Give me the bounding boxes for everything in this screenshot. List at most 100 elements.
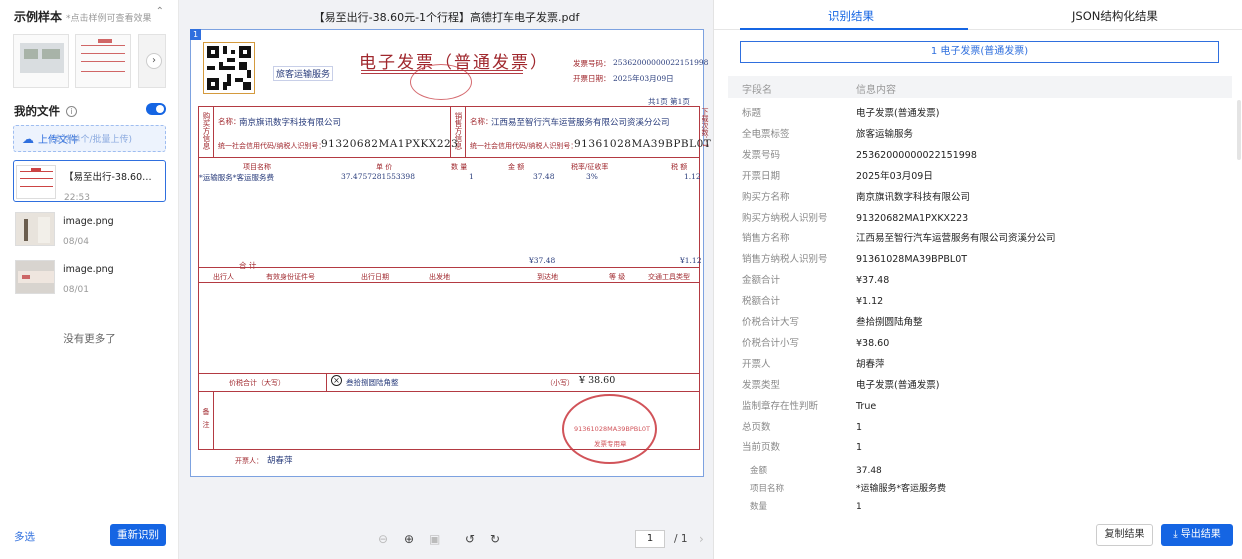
- result-value[interactable]: 电子发票(普通发票): [856, 103, 939, 124]
- scrollbar[interactable]: [1237, 100, 1241, 160]
- result-field: 发票类型: [742, 379, 781, 391]
- tab-result[interactable]: 识别结果: [828, 8, 874, 24]
- multi-select-link[interactable]: 多选: [14, 529, 35, 544]
- file-thumbnail: [15, 212, 55, 246]
- seller-stamp-icon: 91361028MA39BPBL0T 发票专用章: [562, 394, 657, 464]
- total-label: 合 计: [239, 261, 257, 270]
- result-field: 税额合计: [742, 296, 781, 308]
- buyer-side-label: 购买方信息: [202, 112, 211, 150]
- sub-result-value[interactable]: 1: [856, 497, 862, 518]
- rotate-left-icon[interactable]: ↺: [465, 532, 475, 546]
- remark-label: 备注: [202, 408, 210, 434]
- trip-class-header: 等 级: [609, 273, 626, 281]
- samples-header: 示例样本 *点击样例可查看效果: [14, 8, 152, 25]
- result-field: 监制章存在性判断: [742, 400, 819, 412]
- file-item[interactable]: image.png 08/01: [13, 256, 166, 298]
- file-name: image.png: [63, 264, 114, 275]
- trip-from-header: 出发地: [429, 273, 450, 281]
- item-tax: 1.12: [684, 172, 701, 181]
- result-field: 金额合计: [742, 275, 781, 287]
- file-item[interactable]: 【易至出行-38.60元-1个行程】高德打车电子发票.pdf 22:53: [13, 160, 166, 203]
- result-value[interactable]: ¥38.60: [856, 333, 889, 354]
- result-field: 标题: [742, 108, 762, 119]
- col-qty-header: 数 量: [451, 163, 468, 171]
- my-files-toggle[interactable]: [146, 103, 166, 115]
- col-item-header: 项目名称: [243, 163, 271, 171]
- item-name: *运输服务*客运服务费: [199, 173, 274, 182]
- result-value[interactable]: 电子发票(普通发票): [856, 375, 939, 396]
- result-value[interactable]: ¥1.12: [856, 291, 883, 312]
- supervision-seal-icon: [410, 64, 472, 100]
- result-value[interactable]: 胡春萍: [856, 354, 885, 375]
- file-date: 22:53: [64, 193, 90, 203]
- invoice-no-label: 发票号码：: [573, 59, 611, 68]
- sample-thumb[interactable]: [13, 34, 69, 88]
- samples-title: 示例样本: [14, 10, 63, 24]
- total-tax: ¥1.12: [680, 256, 702, 265]
- results-table-header: 字段名 信息内容: [728, 76, 1232, 98]
- cloud-upload-icon: ☁: [22, 131, 34, 146]
- result-value[interactable]: 南京旗讯数字科技有限公司: [856, 187, 970, 208]
- sub-result-value[interactable]: *运输服务*客运服务费: [856, 479, 946, 500]
- collapse-icon[interactable]: ⌃: [156, 6, 164, 17]
- rotate-right-icon[interactable]: ↻: [490, 532, 500, 546]
- file-date: 08/01: [63, 285, 89, 295]
- sub-result-field: 数量: [750, 502, 768, 512]
- stamp-tax-id: 91361028MA39BPBL0T: [574, 425, 650, 433]
- result-value[interactable]: 1: [856, 437, 862, 458]
- invoice-no: 25362000000022151998: [613, 58, 709, 67]
- result-field: 当前页数: [742, 442, 781, 454]
- seller-tax-id: 91361028MA39BPBL0T: [574, 138, 712, 150]
- result-value[interactable]: 91361028MA39BPBL0T: [856, 249, 967, 270]
- chevron-right-icon[interactable]: ›: [146, 53, 162, 69]
- sample-thumb[interactable]: [75, 34, 131, 88]
- export-icon: ⤓: [1173, 529, 1181, 540]
- samples-hint: *点击样例可查看效果: [66, 14, 152, 24]
- col-field-header: 字段名: [742, 85, 772, 96]
- invoice-date-label: 开票日期：: [573, 74, 611, 83]
- result-value[interactable]: ¥37.48: [856, 270, 889, 291]
- result-value[interactable]: 91320682MA1PXKX223: [856, 208, 968, 229]
- seller-name: 江西易至智行汽车运营服务有限公司资溪分公司: [491, 118, 670, 128]
- zoom-out-icon[interactable]: ⊖: [378, 532, 388, 546]
- invoice-page: 1 旅客运输服务 电子发票（普通发票） 发票号码： 25362000000022…: [190, 29, 711, 477]
- tab-json[interactable]: JSON结构化结果: [1072, 8, 1158, 24]
- page-total: / 1: [674, 533, 688, 545]
- fit-page-icon[interactable]: ▣: [429, 532, 440, 546]
- result-field: 购买方名称: [742, 191, 790, 203]
- col-amount-header: 金 额: [508, 163, 525, 171]
- qr-code-icon: [203, 42, 255, 94]
- col-tax-header: 税 额: [671, 163, 688, 171]
- file-date: 08/04: [63, 237, 89, 247]
- next-page-icon[interactable]: ›: [699, 532, 704, 546]
- rerun-button[interactable]: 重新识别: [110, 524, 166, 546]
- sum-small-value: ¥ 38.60: [579, 375, 616, 386]
- result-value[interactable]: 旅客运输服务: [856, 124, 913, 145]
- result-value[interactable]: 25362000000022151998: [856, 145, 977, 166]
- drawer-name: 胡春萍: [267, 456, 293, 466]
- buyer-name-label: 名称：: [218, 117, 241, 126]
- result-value[interactable]: True: [856, 396, 876, 417]
- doc-type-button[interactable]: 1 电子发票(普通发票): [740, 41, 1219, 63]
- result-field: 价税合计大写: [742, 317, 800, 328]
- invoice-date: 2025年03月09日: [613, 74, 674, 83]
- result-value[interactable]: 1: [856, 417, 862, 438]
- upload-button[interactable]: ☁ 上传文件 (支持单个/批量上传): [13, 125, 166, 152]
- stamp-sub: 发票专用章: [594, 440, 627, 448]
- copy-button[interactable]: 复制结果: [1096, 524, 1153, 546]
- buyer-name: 南京旗讯数字科技有限公司: [239, 118, 342, 128]
- result-value[interactable]: 2025年03月09日: [856, 166, 933, 187]
- file-item[interactable]: image.png 08/04: [13, 208, 166, 250]
- result-field: 发票号码: [742, 149, 781, 161]
- total-amount: ¥37.48: [529, 256, 556, 265]
- info-icon[interactable]: i: [66, 105, 77, 117]
- sum-upper-icon: ×: [331, 375, 342, 386]
- result-value[interactable]: 叁拾捌圆陆角整: [856, 312, 923, 333]
- item-amount: 37.48: [533, 172, 555, 181]
- col-value-header: 信息内容: [856, 85, 896, 96]
- result-value[interactable]: 江西易至智行汽车运营服务有限公司资溪分公司: [856, 228, 1056, 249]
- zoom-in-icon[interactable]: ⊕: [404, 532, 414, 546]
- page-number-input[interactable]: 1: [635, 530, 665, 548]
- export-button[interactable]: ⤓ 导出结果: [1161, 524, 1233, 546]
- sum-upper-value: 叁拾捌圆陆角整: [346, 378, 399, 387]
